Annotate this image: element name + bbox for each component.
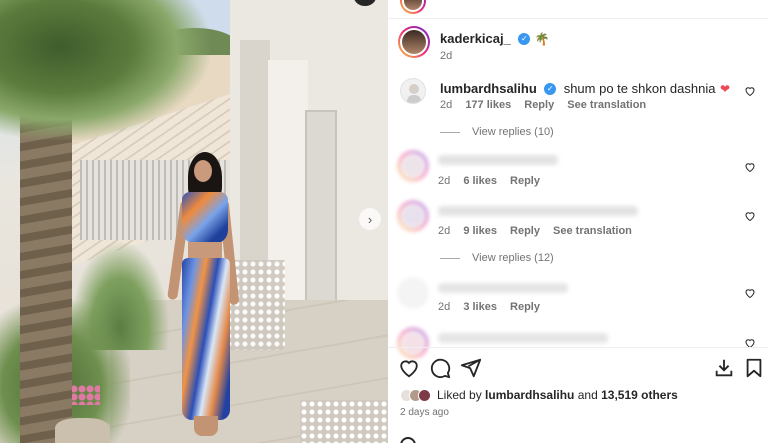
liked-by-others[interactable]: 13,519 others — [601, 388, 678, 402]
liked-by-and: and — [577, 388, 598, 402]
comment-icon — [430, 358, 451, 379]
verified-icon: ✓ — [518, 32, 531, 45]
caption-time[interactable]: 2d — [440, 50, 452, 62]
send-icon — [460, 358, 482, 378]
person-feet — [194, 416, 218, 436]
comment-avatar[interactable] — [400, 78, 426, 104]
comment-line: lumbardhsalihu ✓ shum po te shkon dashni… — [440, 80, 730, 98]
photo-person — [167, 150, 240, 440]
view-replies-button[interactable]: View replies (10) — [440, 126, 554, 138]
photo-flowers — [70, 385, 100, 405]
comment-text: shum po te shkon dashnia — [563, 81, 716, 96]
author-username[interactable]: kaderkicaj_ — [440, 31, 511, 46]
like-button[interactable] — [398, 357, 420, 379]
header-avatar[interactable] — [400, 0, 426, 14]
comment-likes[interactable]: 9 likes — [463, 225, 497, 237]
reply-button[interactable]: Reply — [524, 99, 554, 111]
comment-avatar[interactable] — [398, 278, 428, 308]
view-replies-button[interactable]: View replies (12) — [440, 252, 554, 264]
heart-icon — [400, 360, 418, 378]
comment-like-button[interactable] — [744, 287, 756, 299]
photo-stone — [55, 418, 110, 443]
save-button[interactable] — [743, 357, 765, 379]
blurred-comment-text — [438, 206, 638, 216]
red-heart-emoji: ❤ — [719, 82, 730, 96]
person-top — [182, 192, 228, 244]
replies-line — [440, 257, 460, 259]
heart-outline-icon — [745, 87, 755, 97]
see-translation-button[interactable]: See translation — [553, 225, 632, 237]
comment-time[interactable]: 2d — [440, 99, 452, 111]
palm-emoji: 🌴 — [534, 32, 550, 46]
replies-line — [440, 131, 460, 133]
comment-like-button[interactable] — [744, 210, 756, 222]
author-avatar[interactable] — [398, 26, 430, 58]
photo-pebbles-2 — [300, 400, 388, 443]
comment-meta: 2d 6 likes Reply — [438, 175, 550, 187]
post-photo[interactable]: › — [0, 0, 388, 443]
liker-avatar — [418, 388, 431, 402]
comment-username[interactable]: lumbardhsalihu — [440, 81, 537, 96]
comment-meta: 2d 3 likes Reply — [438, 301, 550, 313]
comment-avatar[interactable] — [398, 328, 428, 358]
verified-icon: ✓ — [544, 82, 557, 95]
liked-by-prefix: Liked by — [437, 388, 482, 402]
person-silhouette-icon — [407, 84, 421, 103]
instagram-post-view: › kaderkicaj_ ✓ 🌴 2d lumbardhsalihu ✓ sh… — [0, 0, 768, 443]
comment-like-button[interactable] — [744, 161, 756, 173]
comments-panel: kaderkicaj_ ✓ 🌴 2d lumbardhsalihu ✓ shum… — [388, 0, 768, 443]
photo-palm-fronds — [0, 0, 210, 140]
chevron-right-icon: › — [367, 211, 373, 227]
comment-time[interactable]: 2d — [438, 301, 450, 313]
comment-avatar[interactable] — [398, 151, 428, 181]
see-translation-button[interactable]: See translation — [567, 99, 646, 111]
share-button[interactable] — [460, 357, 482, 379]
caption-line: kaderkicaj_ ✓ 🌴 — [440, 30, 550, 48]
header-divider — [388, 18, 768, 19]
actions-divider — [388, 347, 768, 348]
comment-like-button[interactable] — [744, 85, 756, 97]
heart-outline-icon — [745, 163, 755, 173]
person-skirt — [182, 258, 230, 420]
comment-time[interactable]: 2d — [438, 175, 450, 187]
download-button[interactable] — [713, 357, 735, 379]
comment-likes[interactable]: 6 likes — [463, 175, 497, 187]
blurred-comment-text — [438, 155, 558, 165]
reply-button[interactable]: Reply — [510, 301, 540, 313]
next-image-button[interactable]: › — [359, 208, 381, 230]
liked-by-line: Liked by lumbardhsalihu and 13,519 other… — [400, 388, 678, 402]
reply-button[interactable]: Reply — [510, 225, 540, 237]
person-face — [194, 160, 212, 182]
blurred-comment-text — [438, 283, 568, 293]
blurred-comment-text — [438, 333, 608, 343]
comment-button[interactable] — [429, 357, 451, 379]
view-replies-label: View replies (10) — [472, 126, 554, 138]
bookmark-icon — [746, 358, 762, 378]
comment-avatar[interactable] — [398, 201, 428, 231]
comment-likes[interactable]: 177 likes — [465, 99, 511, 111]
download-icon — [715, 359, 733, 377]
comment-time[interactable]: 2d — [438, 225, 450, 237]
heart-outline-icon — [745, 289, 755, 299]
view-replies-label: View replies (12) — [472, 252, 554, 264]
comment-meta: 2d 9 likes Reply See translation — [438, 225, 642, 237]
post-date[interactable]: 2 days ago — [400, 407, 449, 418]
comment-likes[interactable]: 3 likes — [463, 301, 497, 313]
liked-by-user[interactable]: lumbardhsalihu — [485, 388, 574, 402]
reply-button[interactable]: Reply — [510, 175, 540, 187]
emoji-icon[interactable] — [400, 437, 416, 443]
heart-outline-icon — [745, 212, 755, 222]
comment-meta: 2d 177 likes Reply See translation — [440, 99, 656, 111]
